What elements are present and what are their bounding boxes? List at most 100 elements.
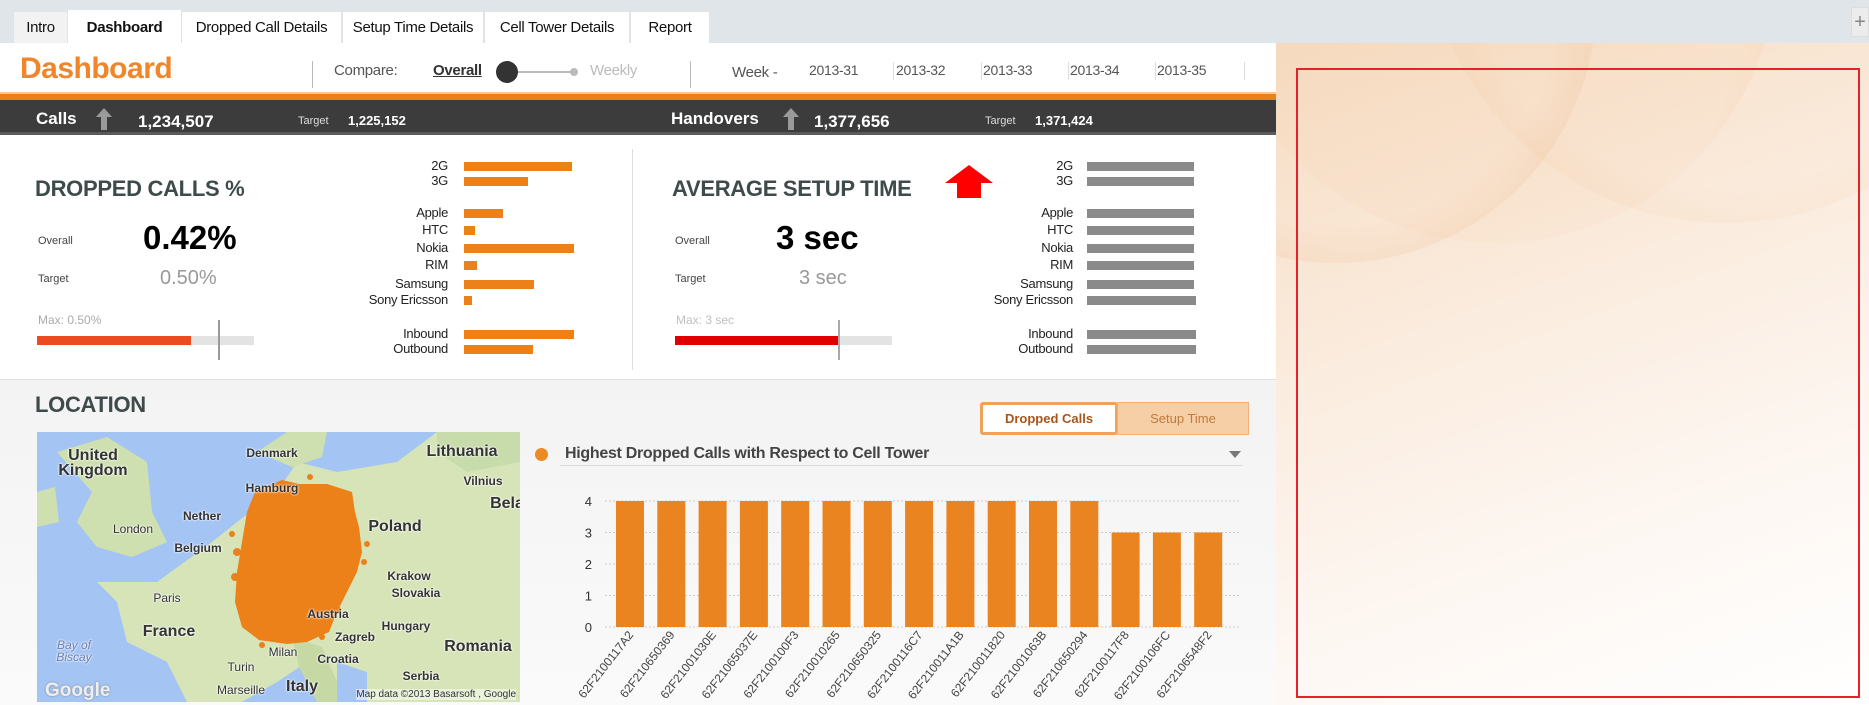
- bar[interactable]: [1194, 532, 1223, 628]
- dropped-target-value: 0.50%: [160, 267, 217, 289]
- compare-slider[interactable]: [496, 61, 578, 83]
- week-option[interactable]: 2013-35: [1157, 62, 1207, 78]
- week-option[interactable]: 2013-31: [809, 62, 859, 78]
- handovers-value: 1,377,656: [814, 112, 890, 131]
- dropped-bar[interactable]: [464, 280, 534, 289]
- setup-progress-fill: [675, 336, 838, 345]
- bar[interactable]: [1111, 532, 1140, 628]
- dropped-bar[interactable]: [464, 209, 503, 218]
- up-arrow-icon: [96, 108, 112, 130]
- map-label: Croatia: [317, 652, 359, 666]
- dropped-calls-toggle[interactable]: Dropped Calls: [980, 402, 1118, 435]
- dropped-bar[interactable]: [464, 244, 574, 253]
- dropped-overall-value: 0.42%: [143, 219, 237, 256]
- map-label: Denmark: [246, 446, 298, 460]
- slider-knob[interactable]: [496, 61, 518, 83]
- setup-bar[interactable]: [1087, 177, 1194, 186]
- map-label: Belgium: [174, 541, 222, 555]
- dropped-bar[interactable]: [464, 330, 574, 339]
- dropped-bar[interactable]: [464, 296, 472, 305]
- bar[interactable]: [1070, 501, 1099, 627]
- dropped-bar-label: Samsung: [395, 276, 448, 291]
- setup-bar[interactable]: [1087, 296, 1196, 305]
- map-label: Lithuania: [426, 443, 498, 460]
- bar[interactable]: [1152, 532, 1181, 628]
- tab-report[interactable]: Report: [630, 11, 710, 43]
- map-label: Milan: [268, 645, 298, 659]
- bar[interactable]: [1029, 501, 1057, 627]
- dropped-bar-label: Apple: [416, 205, 448, 220]
- tab-bar: Intro Dashboard Dropped Call Details Set…: [0, 0, 1869, 44]
- y-tick-label: 3: [585, 526, 592, 541]
- bar[interactable]: [781, 501, 810, 627]
- setup-bar[interactable]: [1087, 162, 1194, 171]
- page-title: Dashboard: [20, 52, 173, 85]
- map-label: Bela: [490, 495, 520, 512]
- bar[interactable]: [657, 501, 686, 627]
- setup-bar[interactable]: [1087, 244, 1194, 253]
- map-label: Hamburg: [245, 481, 299, 495]
- setup-bar[interactable]: [1087, 209, 1194, 218]
- location-title: LOCATION: [35, 392, 146, 417]
- section-divider: [632, 149, 633, 370]
- dropped-progress-fill: [37, 336, 192, 345]
- dropped-bar[interactable]: [464, 177, 528, 186]
- bar[interactable]: [905, 501, 934, 627]
- map-label: Paris: [153, 591, 181, 605]
- tab-cell-tower-details[interactable]: Cell Tower Details: [484, 11, 630, 43]
- divider: [1068, 62, 1069, 80]
- map-label: Marseille: [216, 683, 266, 697]
- tab-dashboard[interactable]: Dashboard: [68, 10, 181, 44]
- setup-bar-label: Inbound: [1028, 326, 1073, 341]
- week-option[interactable]: 2013-32: [896, 62, 946, 78]
- dropped-bar-label: Inbound: [403, 326, 448, 341]
- dropped-calls-title: DROPPED CALLS %: [35, 176, 245, 201]
- setup-bar[interactable]: [1087, 280, 1194, 289]
- bar[interactable]: [822, 501, 851, 627]
- map-attribution[interactable]: Map data ©2013 Basarsoft , Google: [356, 689, 516, 700]
- calls-target-label: Target: [298, 115, 329, 127]
- map-label: Italy: [285, 678, 319, 695]
- bar[interactable]: [987, 501, 1016, 627]
- chart-bullet-icon: [535, 448, 548, 461]
- setup-bar-label: HTC: [1047, 222, 1073, 237]
- handovers-target-label: Target: [985, 115, 1016, 127]
- setup-bar-label: Nokia: [1041, 240, 1073, 255]
- dropped-bar-label: HTC: [422, 222, 448, 237]
- new-tab-button[interactable]: +: [1851, 7, 1869, 37]
- map-label: Bay of Biscay: [56, 638, 92, 664]
- bar[interactable]: [739, 501, 768, 627]
- tab-intro[interactable]: Intro: [13, 11, 68, 43]
- setup-time-title: AVERAGE SETUP TIME: [672, 176, 912, 201]
- chart-dropdown-icon[interactable]: [1229, 451, 1241, 458]
- dropped-bar[interactable]: [464, 226, 475, 235]
- dropped-bar[interactable]: [464, 261, 477, 270]
- divider: [981, 62, 982, 80]
- week-option[interactable]: 2013-33: [983, 62, 1033, 78]
- bar[interactable]: [946, 501, 975, 627]
- tab-dropped-call-details[interactable]: Dropped Call Details: [181, 11, 342, 43]
- setup-bar[interactable]: [1087, 345, 1196, 354]
- slider-end-dot: [570, 68, 578, 76]
- location-map[interactable]: United Kingdom Denmark Lithuania Hamburg…: [37, 432, 520, 702]
- tab-setup-time-details[interactable]: Setup Time Details: [342, 11, 484, 43]
- compare-weekly-option[interactable]: Weekly: [590, 62, 637, 79]
- setup-overall-value: 3 sec: [776, 219, 859, 256]
- dropped-bar[interactable]: [464, 162, 572, 171]
- target-marker: [218, 320, 220, 360]
- setup-bar[interactable]: [1087, 330, 1196, 339]
- setup-bar[interactable]: [1087, 261, 1194, 270]
- bar[interactable]: [863, 501, 892, 627]
- calls-label: Calls: [36, 109, 77, 128]
- bar[interactable]: [698, 501, 727, 627]
- compare-overall-option[interactable]: Overall: [433, 62, 482, 79]
- map-label: United Kingdom: [58, 447, 128, 479]
- bar[interactable]: [616, 501, 644, 627]
- week-option[interactable]: 2013-34: [1070, 62, 1120, 78]
- dropped-bar-label: Outbound: [393, 341, 448, 356]
- divider: [1244, 62, 1245, 80]
- y-tick-label: 2: [585, 557, 592, 572]
- dropped-bar[interactable]: [464, 345, 533, 354]
- setup-bar[interactable]: [1087, 226, 1194, 235]
- setup-time-toggle[interactable]: Setup Time: [1117, 402, 1249, 435]
